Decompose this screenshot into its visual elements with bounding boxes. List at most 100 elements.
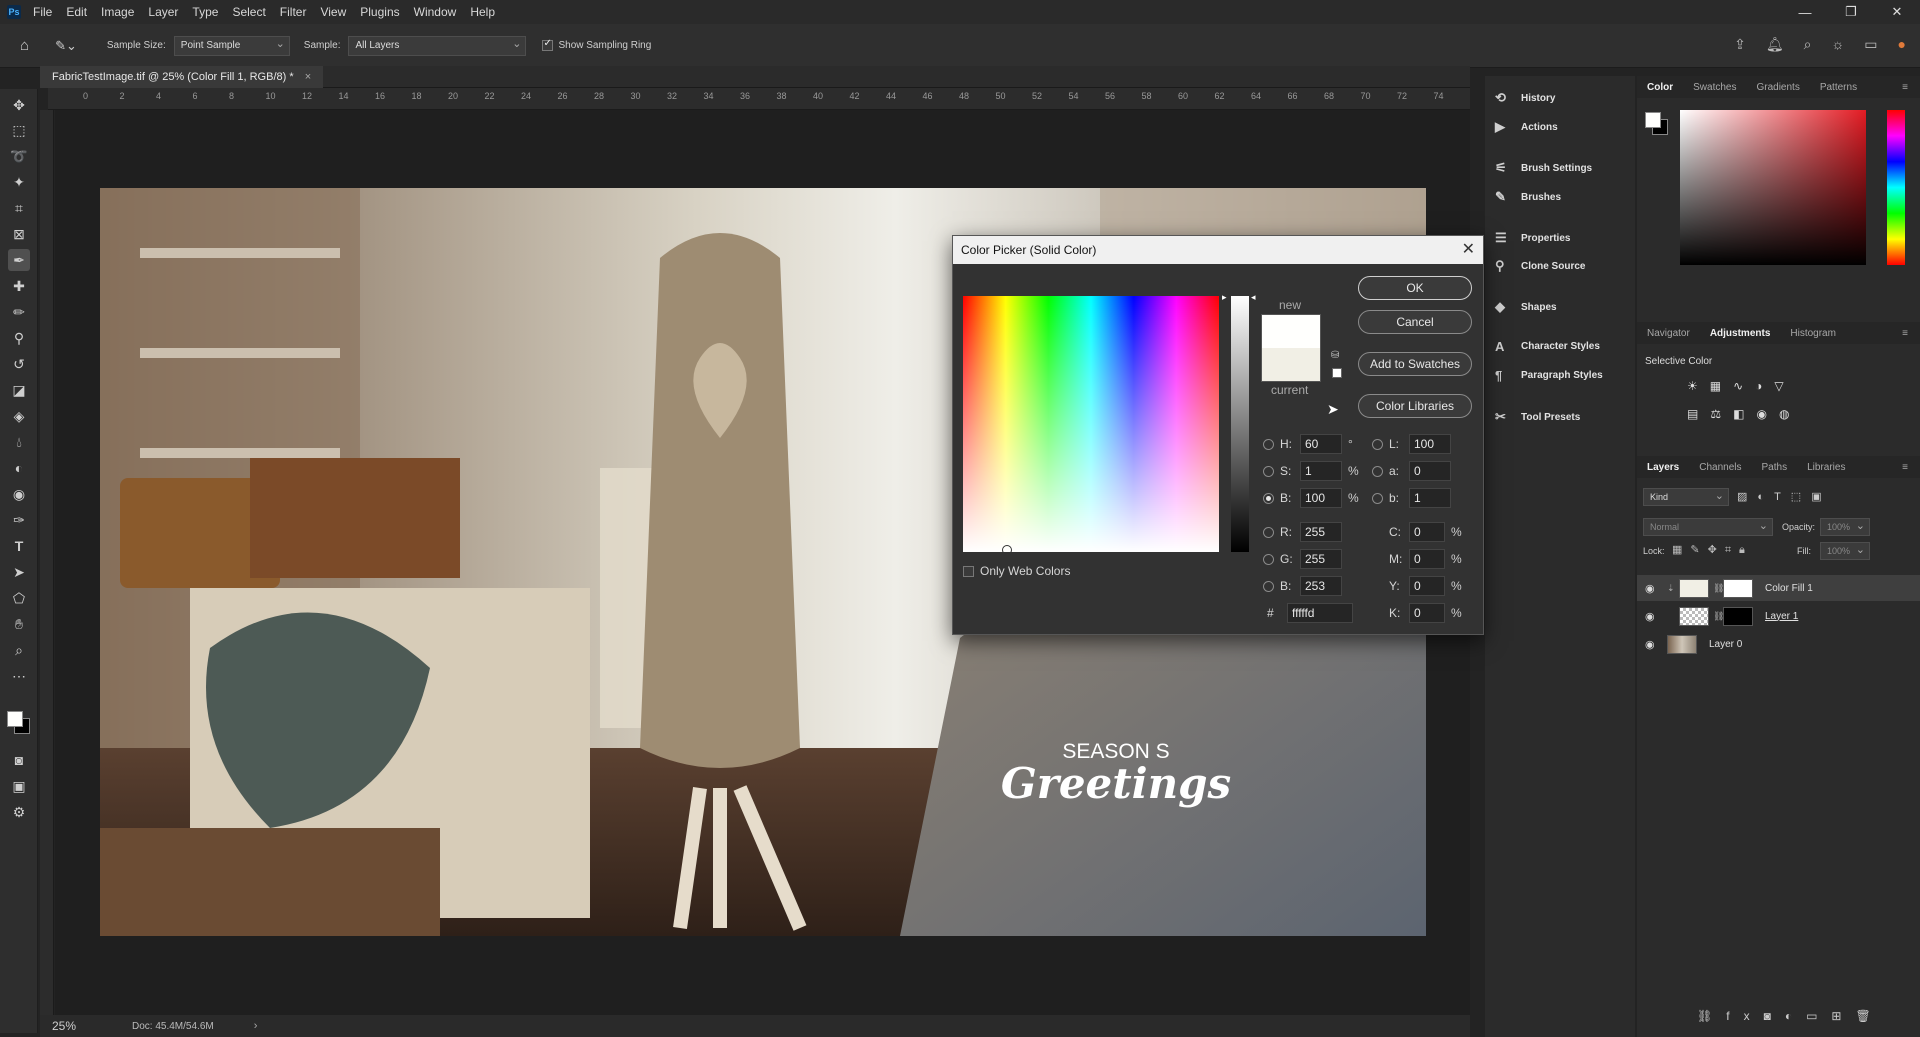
tab-patterns[interactable]: Patterns: [1810, 82, 1867, 93]
menu-edit[interactable]: Edit: [66, 5, 87, 19]
hue-radio[interactable]: [1263, 438, 1274, 450]
brightness-slider[interactable]: [1231, 296, 1249, 552]
tab-navigator[interactable]: Navigator: [1637, 328, 1700, 339]
layer-name[interactable]: Color Fill 1: [1765, 583, 1813, 594]
history-brush-icon[interactable]: ↺: [8, 353, 30, 375]
tab-paths[interactable]: Paths: [1752, 462, 1798, 473]
filter-type-icon[interactable]: T: [1774, 491, 1791, 503]
visibility-eye-icon[interactable]: ◉: [1645, 638, 1659, 651]
status-expand-icon[interactable]: ›: [254, 1020, 258, 1032]
new-adjustment-icon[interactable]: ◐: [1785, 1009, 1806, 1023]
current-color-swatch[interactable]: [1261, 348, 1321, 382]
opacity-input[interactable]: 100%: [1820, 518, 1870, 536]
bw-icon[interactable]: ◧: [1733, 407, 1756, 421]
menu-help[interactable]: Help: [470, 5, 495, 19]
menu-filter[interactable]: Filter: [280, 5, 307, 19]
minimize-icon[interactable]: —: [1782, 0, 1828, 24]
dodge-tool-icon[interactable]: ◐: [8, 457, 30, 479]
layer-row-layer0[interactable]: ◉ Layer 0: [1637, 631, 1920, 657]
type-tool-icon[interactable]: T: [8, 535, 30, 557]
blend-mode-select[interactable]: Normal: [1643, 518, 1773, 536]
magenta-input[interactable]: 0: [1409, 549, 1445, 569]
panel-shapes[interactable]: ◆ Shapes: [1495, 299, 1557, 315]
only-web-colors-row[interactable]: Only Web Colors: [963, 564, 1070, 578]
panel-paragraph-styles[interactable]: ¶ Paragraph Styles: [1495, 368, 1603, 383]
close-tab-icon[interactable]: ×: [305, 71, 311, 83]
show-sampling-ring-checkbox[interactable]: [542, 38, 554, 51]
close-icon[interactable]: ✕: [1462, 239, 1475, 259]
filter-pixel-icon[interactable]: ▨: [1737, 491, 1757, 503]
green-radio[interactable]: [1263, 553, 1274, 565]
filter-adjust-icon[interactable]: ◐: [1757, 491, 1774, 503]
pen-tool-icon[interactable]: ✑: [8, 509, 30, 531]
panel-brush-settings[interactable]: ⚟ Brush Settings: [1495, 160, 1592, 176]
web-safe-swatch[interactable]: [1332, 368, 1342, 378]
add-to-swatches-button[interactable]: Add to Swatches: [1358, 352, 1472, 376]
menu-file[interactable]: File: [33, 5, 52, 19]
color-libraries-button[interactable]: Color Libraries: [1358, 394, 1472, 418]
tab-gradients[interactable]: Gradients: [1746, 82, 1809, 93]
brightness-icon[interactable]: ☀: [1687, 379, 1710, 393]
blue-radio[interactable]: [1263, 580, 1274, 592]
lock-pixels-icon[interactable]: ✎: [1690, 544, 1707, 556]
new-layer-icon[interactable]: ⊞: [1831, 1009, 1855, 1023]
foreground-color-swatch[interactable]: [7, 711, 23, 727]
visibility-eye-icon[interactable]: ◉: [1645, 610, 1659, 623]
delete-layer-icon[interactable]: 🗑︎: [1855, 1009, 1884, 1023]
tab-libraries[interactable]: Libraries: [1797, 462, 1855, 473]
share-icon[interactable]: ⇪: [1734, 36, 1746, 53]
healing-brush-icon[interactable]: ✚: [8, 275, 30, 297]
panel-menu-icon[interactable]: ≡: [1892, 462, 1918, 473]
menu-type[interactable]: Type: [192, 5, 218, 19]
sample-select[interactable]: All Layers: [348, 35, 527, 56]
panel-brushes[interactable]: ✎ Brushes: [1495, 189, 1561, 205]
shape-tool-icon[interactable]: ⬠: [8, 587, 30, 609]
sponge-tool-icon[interactable]: ◉: [8, 483, 30, 505]
sample-size-select[interactable]: Point Sample: [173, 35, 290, 56]
more-tools-icon[interactable]: ⋯: [8, 665, 30, 687]
panel-menu-icon[interactable]: ≡: [1892, 82, 1918, 93]
saturation-radio[interactable]: [1263, 465, 1274, 477]
filter-smart-icon[interactable]: ▣: [1811, 491, 1831, 503]
panel-character-styles[interactable]: A Character Styles: [1495, 339, 1600, 354]
color-balance-icon[interactable]: ⚖: [1710, 407, 1733, 421]
panel-history[interactable]: ⟲ History: [1495, 90, 1555, 106]
eyedropper-tool-icon[interactable]: ✒: [8, 249, 30, 271]
close-window-icon[interactable]: ✕: [1874, 0, 1920, 24]
menu-window[interactable]: Window: [414, 5, 457, 19]
marquee-tool-icon[interactable]: ⬚: [8, 119, 30, 141]
slider-arrow-right-icon[interactable]: ◂: [1251, 292, 1256, 303]
profile-icon[interactable]: ●: [1898, 36, 1906, 53]
lab-a-radio[interactable]: [1372, 465, 1383, 477]
color-fg-swatch[interactable]: [1645, 112, 1661, 128]
layer-row-color-fill[interactable]: ◉ ⇣ ⛓ Color Fill 1: [1637, 575, 1920, 601]
new-group-icon[interactable]: ▭: [1806, 1009, 1831, 1023]
red-input[interactable]: 255: [1300, 522, 1342, 542]
home-icon[interactable]: ⌂: [20, 37, 29, 54]
panel-actions[interactable]: ▶ Actions: [1495, 119, 1558, 135]
blue-input[interactable]: 253: [1300, 576, 1342, 596]
zoom-tool-icon[interactable]: ⌕: [8, 639, 30, 661]
levels-icon[interactable]: ▦: [1710, 379, 1733, 393]
screen-mode-icon[interactable]: ▣: [8, 775, 30, 797]
ok-button[interactable]: OK: [1358, 276, 1472, 300]
tab-swatches[interactable]: Swatches: [1683, 82, 1746, 93]
layer-name[interactable]: Layer 1: [1765, 611, 1798, 622]
lab-l-input[interactable]: 100: [1409, 434, 1451, 454]
gamut-warning-icon[interactable]: ⛁: [1331, 350, 1339, 361]
brightness-radio[interactable]: [1263, 492, 1274, 504]
saturation-input[interactable]: 1: [1300, 461, 1342, 481]
link-layers-icon[interactable]: ⛓: [1697, 1009, 1726, 1023]
panel-clone-source[interactable]: ⚲ Clone Source: [1495, 258, 1585, 274]
tab-layers[interactable]: Layers: [1637, 462, 1689, 473]
tab-color[interactable]: Color: [1637, 82, 1683, 93]
lock-all-icon[interactable]: 🔒︎: [1739, 544, 1753, 556]
eyedropper-preset-icon[interactable]: ✎⌄: [55, 38, 77, 54]
frame-tool-icon[interactable]: ⊠: [8, 223, 30, 245]
black-input[interactable]: 0: [1409, 603, 1445, 623]
menu-layer[interactable]: Layer: [148, 5, 178, 19]
add-mask-icon[interactable]: ◙: [1764, 1009, 1785, 1023]
lab-a-input[interactable]: 0: [1409, 461, 1451, 481]
panel-menu-icon[interactable]: ≡: [1892, 328, 1918, 339]
fill-input[interactable]: 100%: [1820, 542, 1870, 560]
